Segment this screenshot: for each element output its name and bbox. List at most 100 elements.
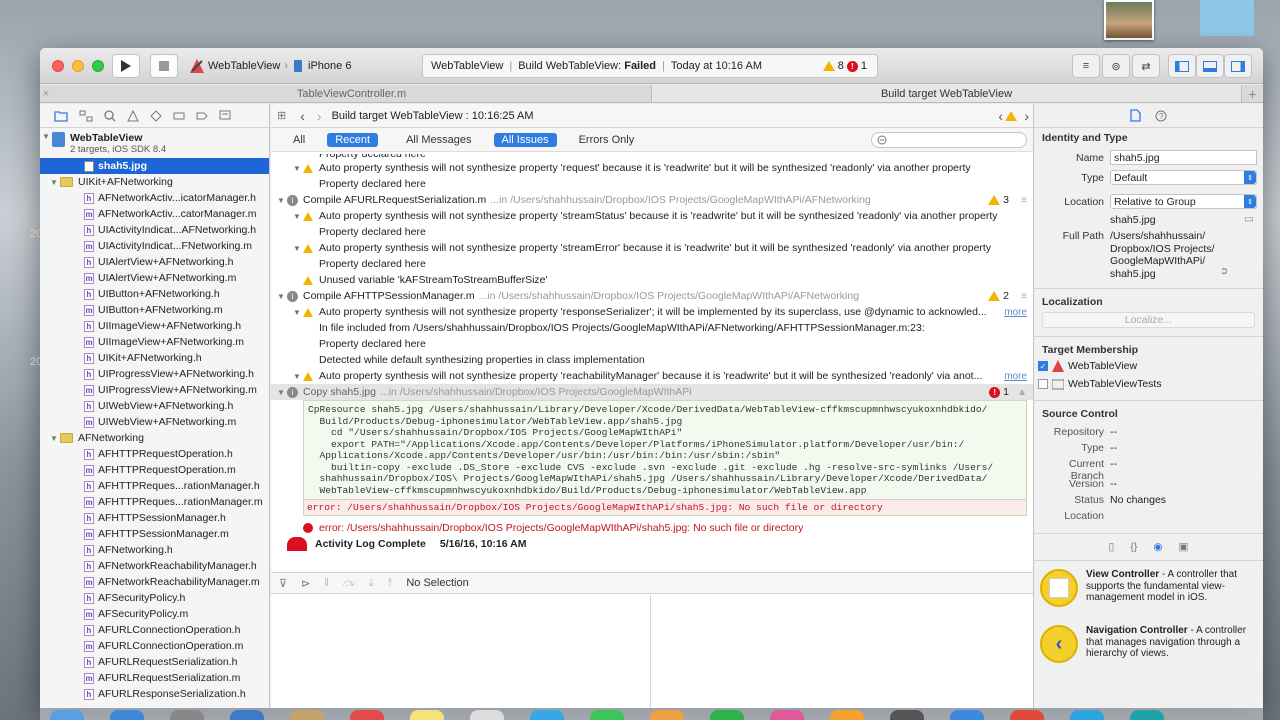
group-row[interactable]: ▼ AFNetworking	[40, 430, 269, 446]
assistant-editor-button[interactable]: ⊚	[1102, 54, 1130, 78]
file-row[interactable]: h AFURLConnectionOperation.h	[40, 622, 269, 638]
type-select[interactable]: Default ⇕	[1110, 170, 1257, 185]
step-over-icon[interactable]: ⤼	[343, 577, 355, 590]
disclosure-open-icon[interactable]: ▼	[291, 372, 303, 381]
numbers-icon[interactable]	[710, 710, 744, 720]
localize-button[interactable]: Localize...	[1042, 312, 1255, 328]
breakpoint-navigator-icon[interactable]	[196, 110, 208, 122]
file-row[interactable]: h UIActivityIndicat...AFNetworking.h	[40, 222, 269, 238]
disclosure-open-icon[interactable]: ▼	[291, 244, 303, 253]
log-message-row[interactable]: ▼ Auto property synthesis will not synthe…	[271, 160, 1033, 176]
safari-icon[interactable]	[170, 710, 204, 720]
file-row[interactable]: h AFHTTPSessionManager.h	[40, 510, 269, 526]
file-template-icon[interactable]: ▯	[1109, 541, 1115, 553]
folder-icon[interactable]: ▭	[1244, 213, 1254, 225]
issue-counts[interactable]: 8 ! 1	[822, 60, 867, 72]
toggle-debug-button[interactable]	[1196, 54, 1224, 78]
filter-all-messages[interactable]: All Messages	[398, 133, 479, 147]
target-row[interactable]: ✓ WebTableView	[1038, 360, 1137, 372]
checkbox-icon[interactable]	[1038, 379, 1048, 389]
file-row[interactable]: m AFNetworkReachabilityManager.m	[40, 574, 269, 590]
file-row[interactable]: m UIActivityIndicat...FNetworking.m	[40, 238, 269, 254]
disclosure-open-icon[interactable]: ▼	[275, 292, 287, 301]
code-snippet-icon[interactable]: {}	[1130, 541, 1137, 553]
new-tab-plus-icon[interactable]: +	[1242, 85, 1263, 102]
ibooks-icon[interactable]	[830, 710, 864, 720]
library-item-navigation-controller[interactable]: ‹ Navigation Controller - A controller t…	[1040, 625, 1257, 663]
filter-all[interactable]: All	[285, 133, 313, 147]
disclosure-open-icon[interactable]: ▼	[275, 388, 287, 397]
issue-navigator-icon[interactable]	[127, 109, 139, 122]
tab-close-icon[interactable]: ×	[40, 85, 52, 102]
toggle-navigator-button[interactable]	[1168, 54, 1196, 78]
file-inspector-icon[interactable]	[1130, 109, 1141, 122]
reveal-in-finder-icon[interactable]: ➲	[1220, 266, 1228, 277]
xcode-dock-icon[interactable]	[1130, 710, 1164, 720]
file-row[interactable]: h AFSecurityPolicy.h	[40, 590, 269, 606]
activity-log-row[interactable]: Activity Log Complete 5/16/16, 10:16 AM	[271, 536, 1033, 552]
contacts-icon[interactable]	[290, 710, 324, 720]
expand-transcript-icon[interactable]: ≡	[1021, 291, 1027, 302]
file-row[interactable]: h UIAlertView+AFNetworking.h	[40, 254, 269, 270]
log-message-row[interactable]: Property declared here	[271, 224, 1033, 240]
messages-icon[interactable]	[530, 710, 564, 720]
more-link[interactable]: more	[1004, 371, 1027, 382]
tab-tableviewcontroller[interactable]: TableViewController.m	[52, 85, 652, 102]
object-library-icon[interactable]: ◉	[1153, 541, 1162, 553]
close-window-button[interactable]	[52, 60, 64, 72]
collapse-icon[interactable]: ▲	[1017, 387, 1027, 398]
itunes-icon[interactable]	[770, 710, 804, 720]
photos-icon[interactable]	[650, 710, 684, 720]
checkbox-checked-icon[interactable]: ✓	[1038, 361, 1048, 371]
notes-icon[interactable]	[410, 710, 444, 720]
next-issue-icon[interactable]: ›	[1024, 108, 1029, 124]
log-step-row[interactable]: ▼ i Compile AFHTTPSessionManager.m ...in /U…	[271, 288, 1033, 304]
project-row[interactable]: ▼ WebTableView 2 targets, iOS SDK 8.4	[40, 130, 269, 158]
file-row[interactable]: shah5.jpg	[40, 158, 269, 174]
location-select[interactable]: Relative to Group ⇕	[1110, 194, 1257, 209]
activity-monitor-icon[interactable]	[890, 710, 924, 720]
log-message-row[interactable]: Property declared here	[271, 176, 1033, 192]
file-row[interactable]: m UIImageView+AFNetworking.m	[40, 334, 269, 350]
jump-bar-title[interactable]: Build target WebTableView : 10:16:25 AM	[332, 110, 534, 122]
disclosure-open-icon[interactable]: ▼	[291, 164, 303, 173]
log-message-row[interactable]: ▼ Auto property synthesis will not synthe…	[271, 240, 1033, 256]
name-field[interactable]: shah5.jpg	[1110, 150, 1257, 165]
file-row[interactable]: h AFHTTPRequestOperation.h	[40, 446, 269, 462]
debug-area-divider[interactable]	[650, 595, 651, 708]
back-arrow-icon[interactable]: ‹	[300, 108, 305, 124]
minimize-window-button[interactable]	[72, 60, 84, 72]
facetime-icon[interactable]	[590, 710, 624, 720]
breakpoints-toggle-icon[interactable]: ⊳	[301, 577, 310, 590]
fullscreen-window-button[interactable]	[92, 60, 104, 72]
file-row[interactable]: m UIButton+AFNetworking.m	[40, 302, 269, 318]
group-row[interactable]: ▼ UIKit+AFNetworking	[40, 174, 269, 190]
file-row[interactable]: m UIAlertView+AFNetworking.m	[40, 270, 269, 286]
report-navigator-icon[interactable]	[219, 110, 231, 122]
mail-icon[interactable]	[230, 710, 264, 720]
disclosure-open-icon[interactable]: ▼	[291, 212, 303, 221]
media-library-icon[interactable]: ▣	[1179, 541, 1189, 553]
file-row[interactable]: h AFURLRequestSerialization.h	[40, 654, 269, 670]
error-message[interactable]: error: /Users/shahhussain/Dropbox/IOS Pr…	[271, 520, 1033, 536]
file-row[interactable]: m AFHTTPRequestOperation.m	[40, 462, 269, 478]
log-message-row[interactable]: Detected while default synthesizing prop…	[271, 352, 1033, 368]
folder-icon[interactable]	[54, 110, 68, 122]
file-row[interactable]: m UIWebView+AFNetworking.m	[40, 414, 269, 430]
file-row[interactable]: h UIKit+AFNetworking.h	[40, 350, 269, 366]
version-editor-button[interactable]: ⇄	[1132, 54, 1160, 78]
app-store-icon[interactable]	[950, 710, 984, 720]
filter-errors-only[interactable]: Errors Only	[571, 133, 643, 147]
disclosure-open-icon[interactable]: ▼	[48, 178, 60, 187]
related-items-icon[interactable]: ⊞	[277, 109, 286, 122]
file-row[interactable]: m AFHTTPSessionManager.m	[40, 526, 269, 542]
file-row[interactable]: h AFNetworking.h	[40, 542, 269, 558]
run-button[interactable]	[112, 54, 140, 78]
toggle-utilities-button[interactable]	[1224, 54, 1252, 78]
library-item-view-controller[interactable]: View Controller - A controller that supp…	[1040, 569, 1257, 607]
file-row[interactable]: h AFHTTPReques...rationManager.h	[40, 478, 269, 494]
filter-recent[interactable]: Recent	[327, 132, 379, 147]
stop-button[interactable]	[150, 54, 178, 78]
calendar-icon[interactable]	[350, 710, 384, 720]
target-row[interactable]: WebTableViewTests	[1038, 378, 1162, 390]
